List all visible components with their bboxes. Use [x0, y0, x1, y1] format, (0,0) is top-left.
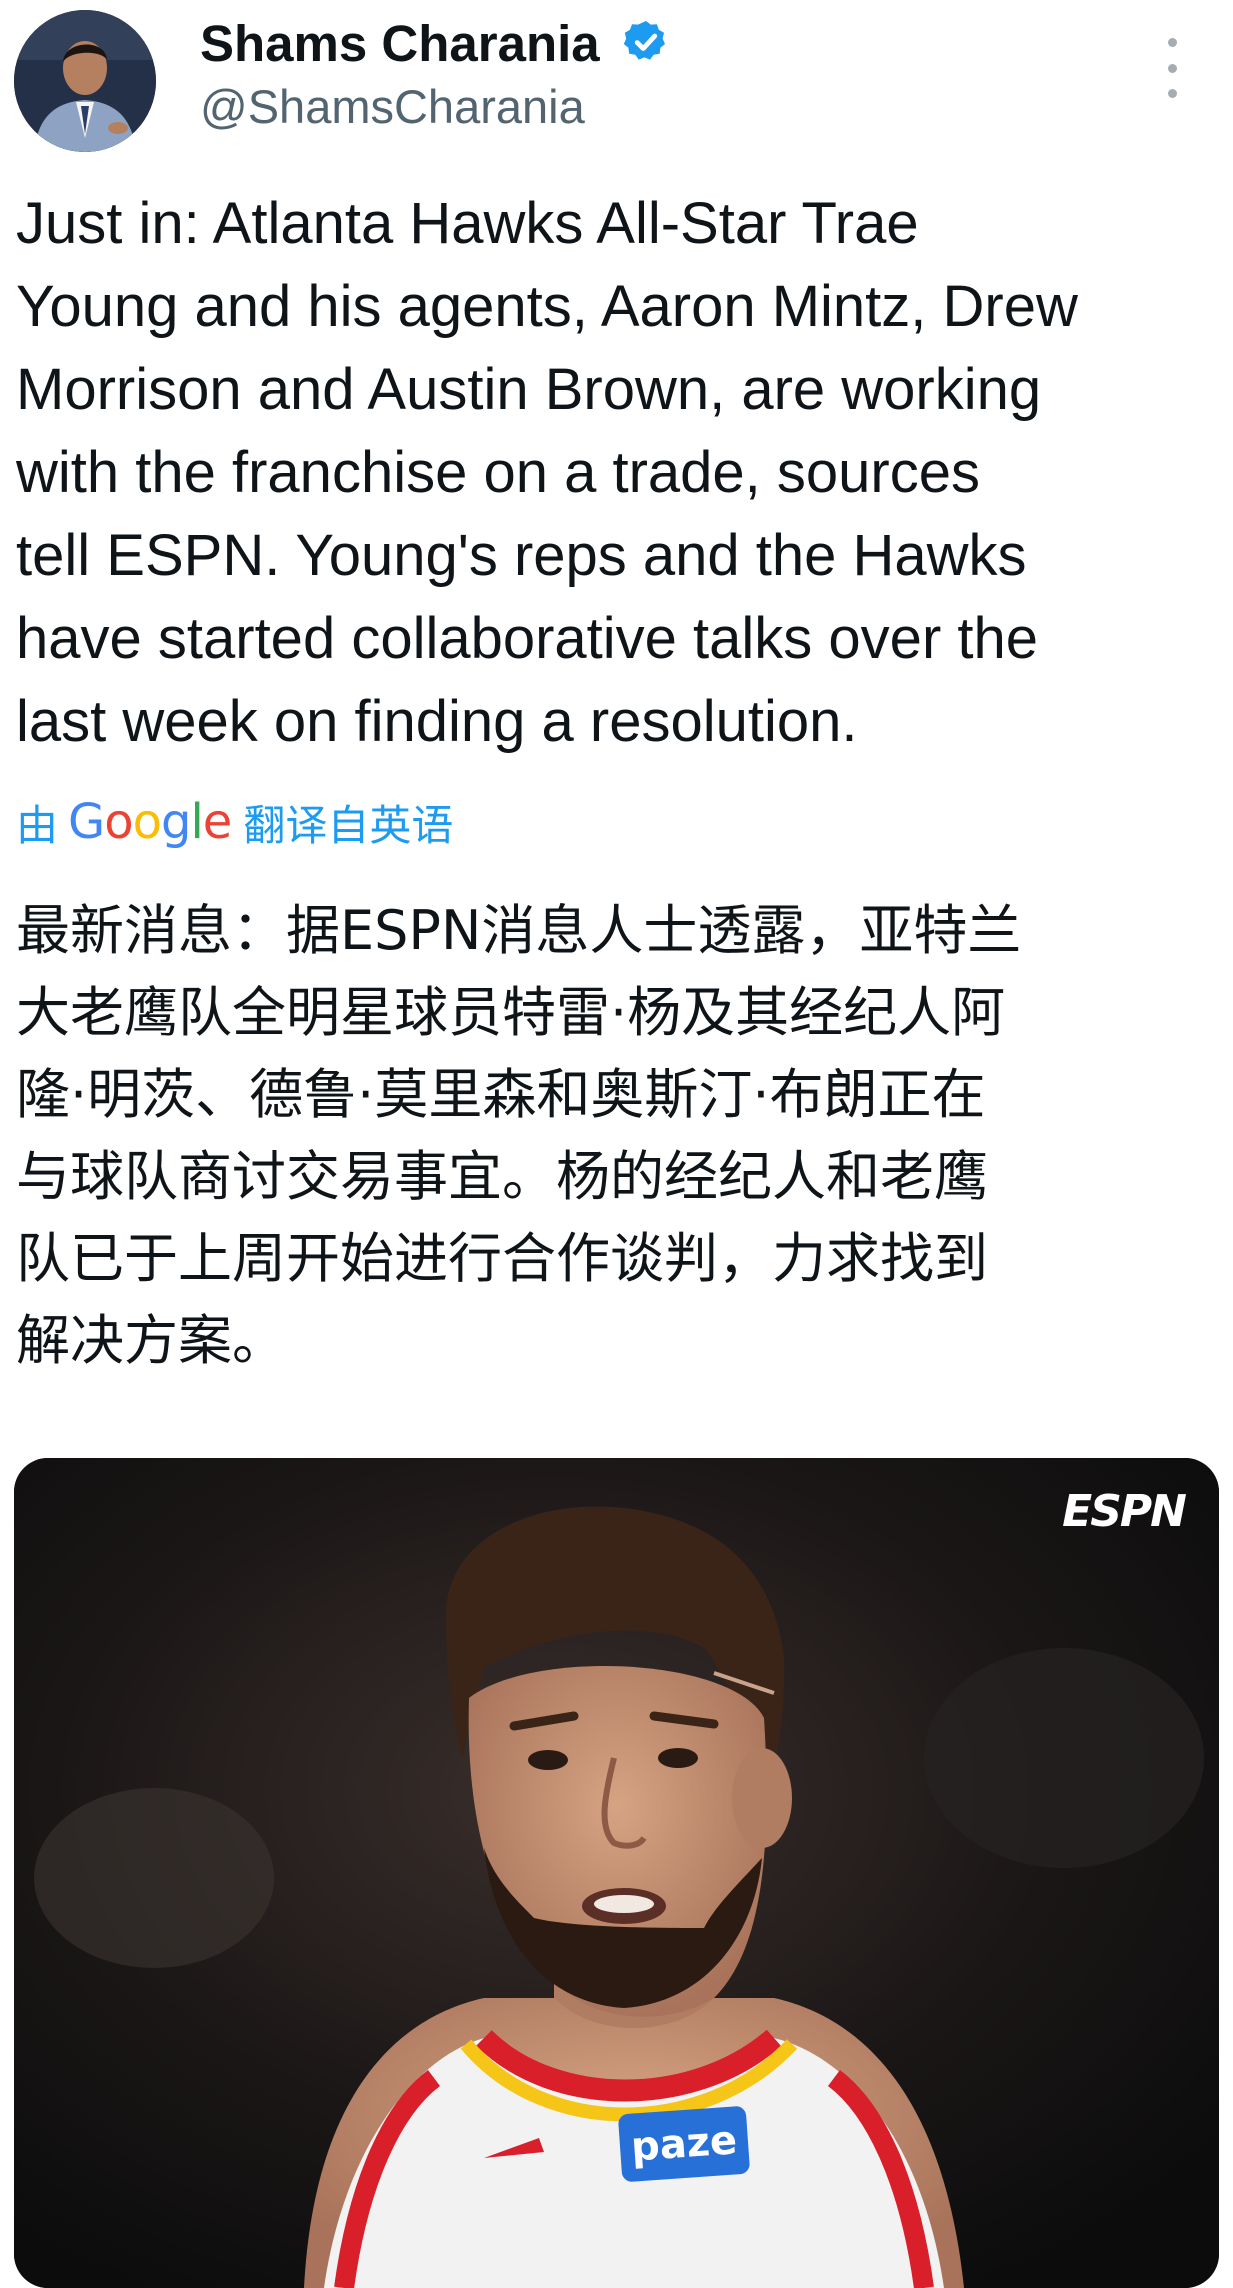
author-name[interactable]: Shams Charania [200, 14, 600, 74]
espn-watermark-logo: ESPN [1062, 1486, 1187, 1537]
author-avatar[interactable] [14, 10, 156, 152]
tweet-header: Shams Charania @ShamsCharania [0, 0, 1233, 170]
tweet-text-line: Just in: Atlanta Hawks All-Star Trae [16, 191, 919, 256]
translated-text-line: 隆·明茨、德鲁·莫里森和奥斯汀·布朗正在 [16, 1063, 986, 1126]
tweet-text-line: tell ESPN. Young's reps and the Hawks [16, 523, 1027, 588]
tweet-media-photo[interactable]: ESPN paze [14, 1458, 1219, 2288]
translated-text-line: 与球队商讨交易事宜。杨的经纪人和老鹰 [16, 1145, 988, 1208]
jersey-sponsor-patch: paze [617, 2105, 751, 2183]
player-photo [14, 1458, 1219, 2288]
translated-tweet-text: 最新消息：据ESPN消息人士透露，亚特兰 大老鹰队全明星球员特雷·杨及其经纪人阿… [16, 890, 1221, 1382]
more-dot [1167, 63, 1177, 73]
translate-prefix: 由 [16, 801, 59, 849]
author-handle[interactable]: @ShamsCharania [200, 78, 585, 136]
tweet-text-line: with the franchise on a trade, sources [16, 440, 980, 505]
translated-text-line: 队已于上周开始进行合作谈判，力求找到 [16, 1227, 988, 1290]
tweet-text: Just in: Atlanta Hawks All-Star Trae You… [16, 182, 1221, 763]
translated-by-google-link[interactable]: 由 Google 翻译自英语 [16, 790, 453, 854]
translated-text-line: 解决方案。 [16, 1309, 286, 1372]
more-options-icon[interactable] [1158, 38, 1186, 98]
verified-badge-icon [623, 21, 665, 60]
translated-text-line: 大老鹰队全明星球员特雷·杨及其经纪人阿 [16, 981, 1006, 1044]
tweet-text-line: Young and his agents, Aaron Mintz, Drew [16, 274, 1078, 339]
tweet-text-line: Morrison and Austin Brown, are working [16, 357, 1042, 422]
more-dot [1167, 38, 1177, 47]
avatar-photo [14, 10, 156, 152]
more-dot [1167, 89, 1177, 98]
tweet-text-line: have started collaborative talks over th… [16, 606, 1038, 671]
translated-text-line: 最新消息：据ESPN消息人士透露，亚特兰 [16, 899, 1022, 962]
google-logo: Google [68, 794, 232, 850]
tweet-text-line: last week on finding a resolution. [16, 689, 858, 754]
translate-suffix: 翻译自英语 [243, 801, 454, 849]
